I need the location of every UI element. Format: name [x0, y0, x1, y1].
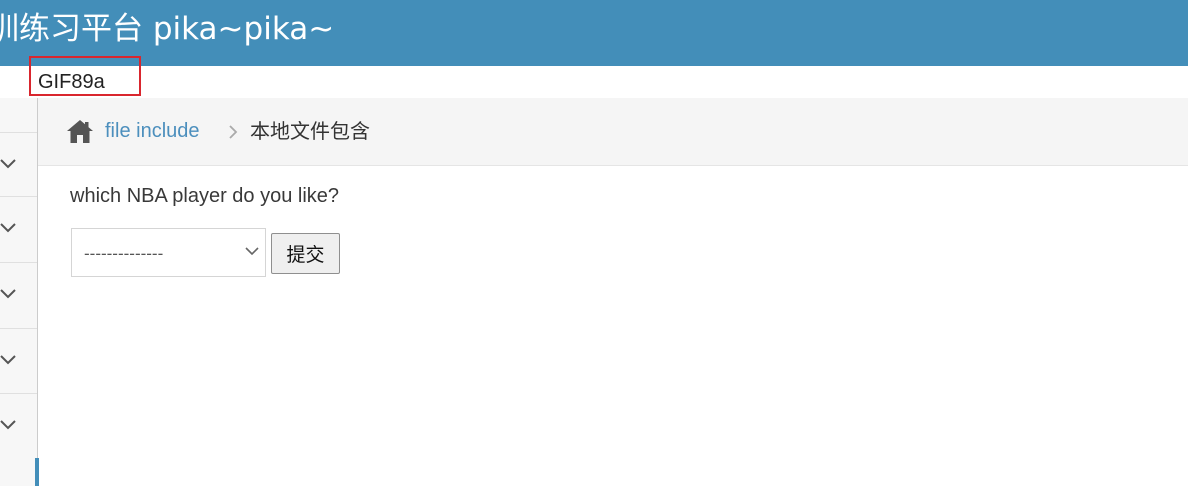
chevron-down-icon [0, 159, 16, 169]
chevron-down-icon [0, 223, 16, 233]
sidebar [0, 98, 38, 486]
chevron-right-icon [229, 125, 238, 139]
breadcrumb-link-file-include[interactable]: file include [105, 118, 200, 144]
question-label: which NBA player do you like? [70, 185, 340, 207]
chevron-down-icon [245, 247, 259, 256]
sidebar-item-2[interactable] [0, 196, 37, 260]
submit-button[interactable]: 提交 [271, 233, 340, 274]
sidebar-item-1[interactable] [0, 132, 37, 196]
chevron-down-icon [0, 355, 16, 365]
player-select-value: -------------- [84, 244, 164, 263]
chevron-down-icon [0, 289, 16, 299]
breadcrumb-current: 本地文件包含 [250, 119, 370, 143]
breadcrumb: file include 本地文件包含 [38, 98, 1188, 166]
sidebar-item-4[interactable] [0, 328, 37, 392]
sidebar-item-5[interactable] [0, 393, 37, 457]
sidebar-active-indicator [35, 458, 39, 486]
highlight-box [29, 56, 141, 96]
home-icon [67, 120, 93, 143]
app-title: 训练习平台 pika~pika~ [0, 11, 335, 47]
app-header: 训练习平台 pika~pika~ [0, 0, 1188, 66]
sidebar-item-3[interactable] [0, 262, 37, 326]
player-select[interactable]: -------------- [71, 228, 266, 277]
chevron-down-icon [0, 420, 16, 430]
